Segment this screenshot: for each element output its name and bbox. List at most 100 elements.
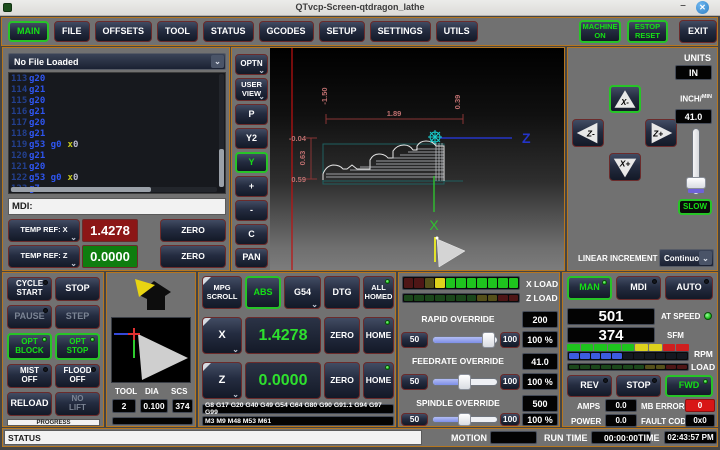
zero-z-dro-button[interactable]: ZERO [324, 362, 360, 399]
user-view-button[interactable]: USERVIEW⌄ [235, 78, 268, 101]
home-z-button[interactable]: HOME [363, 362, 394, 399]
tab[interactable]: OFFSETS [95, 21, 153, 42]
close-button[interactable]: ✕ [696, 1, 709, 14]
jog-x-plus-button[interactable]: X+ [609, 153, 641, 181]
meter-segment [456, 278, 465, 288]
spindle-slider-handle[interactable] [458, 413, 471, 426]
temp-ref-z-label: TEMP REF: Z [21, 252, 68, 260]
zero-x-dro-button[interactable]: ZERO [324, 317, 360, 354]
feedrate-max-button[interactable]: 100 [500, 374, 520, 390]
g54-button[interactable]: G54 ⌄ [284, 276, 321, 309]
jog-z-minus-button[interactable]: Z- [572, 119, 604, 147]
home-x-button[interactable]: HOME [363, 317, 394, 354]
horizontal-scrollbar[interactable] [10, 187, 217, 192]
rapid-slider-handle[interactable] [482, 332, 495, 348]
stop-button[interactable]: STOP [55, 277, 100, 301]
estop-reset-button[interactable]: ESTOP RESET [627, 20, 668, 43]
zero-x-button[interactable]: ZERO [160, 219, 226, 242]
active-mcodes-value: M3 M9 M48 M53 M61 [205, 418, 271, 425]
pause-button[interactable]: PAUSE [7, 305, 52, 329]
feed-unit-main: INCH/ [680, 95, 702, 104]
abs-button[interactable]: ABS [245, 276, 281, 309]
mdi-mode-button[interactable]: MDI [616, 276, 661, 300]
tab[interactable]: MAIN [8, 21, 49, 42]
file-selector[interactable]: No File Loaded ⌄ [8, 53, 226, 70]
temp-ref-x-button[interactable]: TEMP REF: X ⌄ [8, 219, 80, 242]
flood-button[interactable]: FLOODOFF [55, 364, 100, 388]
axis-x-button[interactable]: X ⌄ [202, 317, 242, 354]
rapid-min-button[interactable]: 50 [401, 332, 428, 348]
cycle-start-button[interactable]: CYCLESTART [7, 277, 52, 301]
spindle-min-label: 50 [410, 415, 419, 424]
step-button[interactable]: STEP [55, 305, 100, 329]
axis-z-button[interactable]: Z ⌄ [202, 362, 242, 399]
man-mode-button[interactable]: MAN [567, 276, 612, 300]
zero-z-button[interactable]: ZERO [160, 245, 226, 268]
zoom-out-button[interactable]: - [235, 200, 268, 221]
spindle-rev-button[interactable]: REV [567, 375, 612, 397]
opt-stop-button[interactable]: OPTSTOP [55, 333, 100, 360]
chevron-down-icon[interactable]: ⌄ [211, 55, 224, 68]
tab[interactable]: SETUP [319, 21, 365, 42]
tab[interactable]: TOOL [157, 21, 198, 42]
gcode-view[interactable]: 113g20 114g21 115g20 116g21 117g20 [8, 72, 226, 194]
mpg-scroll-button[interactable]: MPGSCROLL [202, 276, 242, 309]
vertical-scrollbar-thumb[interactable] [219, 149, 224, 187]
minimize-button[interactable]: – [676, 0, 690, 14]
pan-button[interactable]: PAN [235, 248, 268, 268]
meter-segment [656, 353, 666, 359]
spindle-stop-led [652, 378, 657, 383]
linear-increment-dropdown[interactable]: Continuous ⌄ [659, 249, 714, 267]
backplot-view[interactable]: 1.89 -1.50 0.39 -0.04 0.63 0.59 [270, 48, 564, 270]
jog-z-plus-button[interactable]: Z+ [645, 119, 677, 147]
view-y-button[interactable]: Y [235, 152, 268, 173]
meter-segment [676, 344, 689, 351]
view-y2-button[interactable]: Y2 [235, 128, 268, 149]
tab[interactable]: UTILS [436, 21, 478, 42]
mdi-input[interactable]: MDI: [8, 198, 226, 215]
svg-text:X-: X- [620, 98, 629, 107]
exit-button[interactable]: EXIT [679, 20, 717, 43]
tool-view [111, 317, 191, 383]
temp-ref-z-button[interactable]: TEMP REF: Z ⌄ [8, 245, 80, 268]
svg-text:1.89: 1.89 [387, 109, 402, 118]
rapid-percent-display: 100 % [522, 331, 558, 348]
chevron-down-icon[interactable]: ⌄ [699, 251, 712, 265]
all-homed-button[interactable]: ALLHOMED [363, 276, 394, 309]
tab[interactable]: FILE [54, 21, 90, 42]
spindle-fwd-button[interactable]: FWD [665, 375, 713, 397]
opt-block-button[interactable]: OPTBLOCK [7, 333, 52, 360]
spindle-max-button[interactable]: 100 [500, 413, 520, 426]
slow-button[interactable]: SLOW [678, 199, 712, 215]
tab[interactable]: SETTINGS [370, 21, 431, 42]
window-titlebar: QTvcp-Screen-qtdragon_lathe – ✕ [0, 0, 720, 16]
no-lift-button[interactable]: NOLIFT [55, 392, 100, 416]
spindle-min-button[interactable]: 50 [401, 413, 428, 426]
dtg-button[interactable]: DTG [324, 276, 360, 309]
view-p-button[interactable]: P [235, 104, 268, 125]
spindle-stop-button[interactable]: STOP [616, 375, 661, 397]
machine-on-button[interactable]: MACHINE ON [579, 20, 621, 43]
tab[interactable]: STATUS [203, 21, 254, 42]
options-button[interactable]: OPTN⌄ [235, 54, 268, 75]
jog-x-minus-button[interactable]: X- [609, 85, 641, 113]
feedrate-slider-handle[interactable] [458, 374, 471, 390]
rapid-max-button[interactable]: 100 [500, 332, 520, 348]
tab[interactable]: GCODES [259, 21, 314, 42]
clear-label: C [248, 230, 255, 240]
zoom-in-button[interactable]: + [235, 176, 268, 197]
auto-mode-button[interactable]: AUTO [665, 276, 713, 300]
spindle-percent-value: 100 % [527, 415, 553, 425]
feedrate-min-button[interactable]: 50 [401, 374, 428, 390]
reload-button[interactable]: RELOAD [7, 392, 52, 416]
meter-segment [677, 365, 687, 369]
all-homed-led [385, 279, 390, 284]
feed-unit-sup: MIN [702, 94, 712, 100]
jog-rate-slider-handle[interactable] [686, 177, 706, 189]
horizontal-scrollbar-thumb[interactable] [11, 187, 151, 192]
clear-button[interactable]: C [235, 224, 268, 245]
vertical-scrollbar[interactable] [219, 74, 224, 185]
rev-label: REV [580, 381, 599, 391]
spindle-rpm-display: 501 [567, 308, 655, 325]
mist-button[interactable]: MISTOFF [7, 364, 52, 388]
